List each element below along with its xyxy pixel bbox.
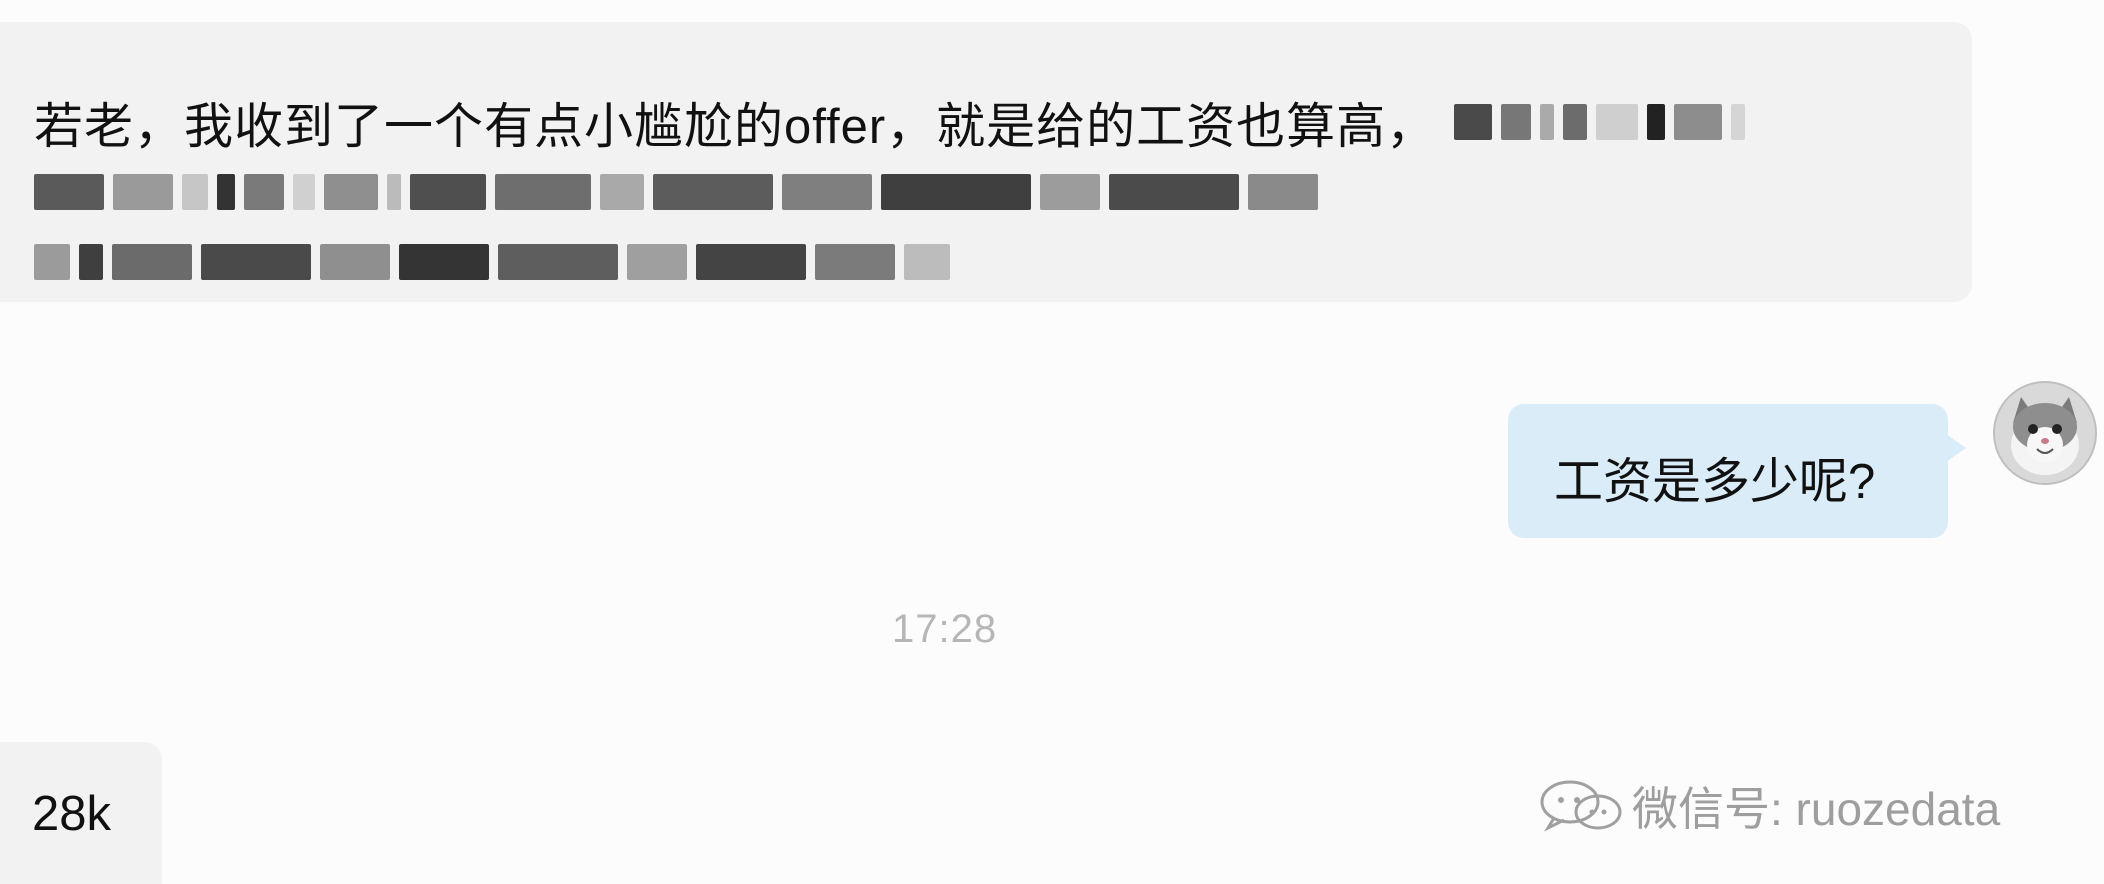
wechat-icon — [1540, 780, 1622, 832]
incoming-reply-text: 28k — [32, 787, 112, 841]
message-timestamp: 17:28 — [892, 607, 998, 651]
redacted-text-segment — [34, 240, 959, 284]
redacted-text-segment — [34, 170, 1327, 214]
cat-avatar-icon — [1995, 383, 2095, 483]
outgoing-message-text: 工资是多少呢? — [1554, 455, 1876, 509]
cat-avatar[interactable] — [1993, 381, 2097, 485]
message-line-3 — [34, 232, 959, 292]
incoming-message-text: 若老，我收到了一个有点小尴尬的offer，就是给的工资也算高， — [34, 99, 1437, 154]
incoming-reply-bubble[interactable]: 28k — [0, 742, 162, 884]
message-line-2 — [34, 162, 1327, 222]
redacted-text-segment — [1454, 100, 1754, 144]
chat-screen: 若老，我收到了一个有点小尴尬的offer，就是给的工资也算高， 工资是多少呢? … — [0, 0, 2104, 884]
wechat-watermark: 微信号: ruozedata — [1536, 776, 2000, 836]
incoming-message-bubble[interactable]: 若老，我收到了一个有点小尴尬的offer，就是给的工资也算高， — [0, 22, 1972, 302]
message-line-1: 若老，我收到了一个有点小尴尬的offer，就是给的工资也算高， — [34, 92, 1754, 154]
watermark-label: 微信号: ruozedata — [1632, 783, 2001, 835]
outgoing-message-bubble[interactable]: 工资是多少呢? — [1508, 404, 1966, 538]
